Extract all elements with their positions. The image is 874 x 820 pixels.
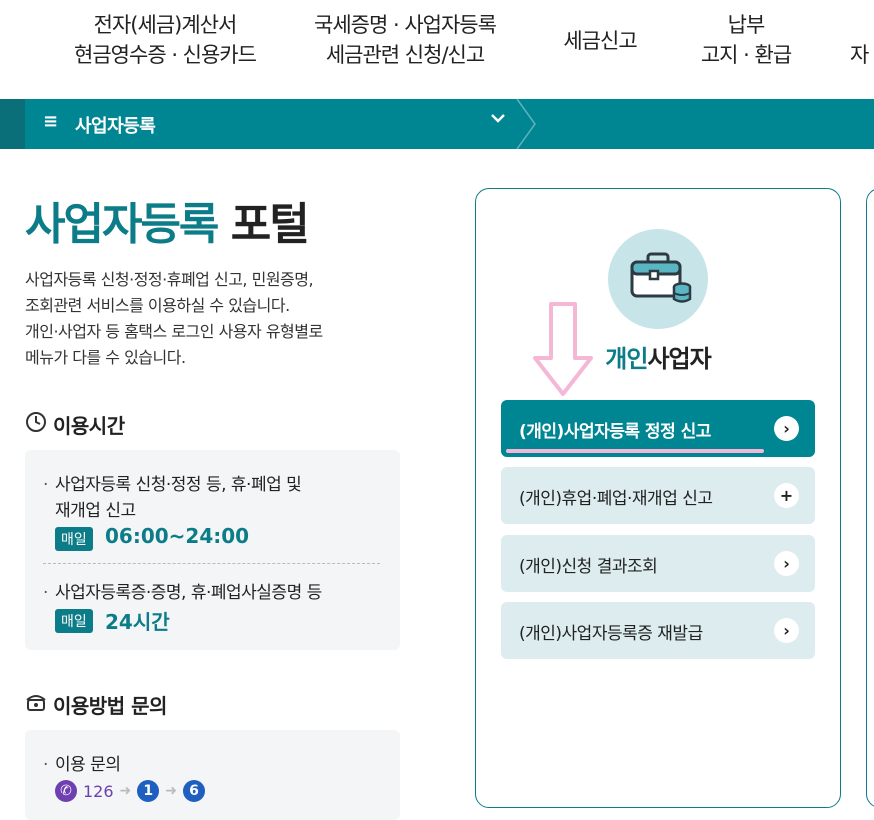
nav-item-line: 국세증명 · 사업자등록 bbox=[314, 13, 497, 37]
menu-bar-strip bbox=[0, 99, 25, 149]
usage-time-heading: 이용시간 bbox=[25, 410, 125, 439]
divider bbox=[43, 563, 380, 564]
description-line: 조회관련 서비스를 이용하실 수 있습니다. bbox=[25, 296, 290, 315]
inquiry-heading-text: 이용방법 문의 bbox=[53, 694, 167, 718]
phone-call-icon: ✆ bbox=[55, 780, 77, 802]
next-card-partial bbox=[866, 188, 874, 808]
nav-item-e-invoice[interactable]: 전자(세금)계산서 현금영수증 · 신용카드 bbox=[52, 10, 278, 70]
description-line: 사업자등록 신청·정정·휴폐업 신고, 민원증명, bbox=[25, 270, 314, 289]
annotation-arrow-icon bbox=[533, 302, 593, 396]
step-number: 1 bbox=[137, 780, 160, 802]
daily-badge: 매일 bbox=[55, 609, 93, 633]
briefcase-icon bbox=[630, 252, 692, 303]
usage-time-box: · 사업자등록 신청·정정 등, 휴·폐업 및 재개업 신고 매일 06:00~2… bbox=[25, 450, 400, 650]
inquiry-heading: 이용방법 문의 bbox=[25, 690, 167, 719]
daily-badge: 매일 bbox=[55, 527, 93, 551]
phone-icon bbox=[25, 691, 47, 718]
card-title-accent: 개인 bbox=[605, 345, 648, 373]
nav-item-payment[interactable]: 납부 고지 · 환급 bbox=[690, 10, 802, 70]
menu-item-label: (개인)사업자등록증 재발급 bbox=[519, 624, 703, 644]
clock-icon bbox=[25, 411, 47, 438]
menu-item-closure-report[interactable]: (개인)휴업·폐업·재개업 신고 + bbox=[501, 467, 815, 524]
bullet-icon: · bbox=[43, 583, 48, 603]
usage-time-heading-text: 이용시간 bbox=[53, 414, 125, 438]
usage-time-value: 24시간 bbox=[105, 610, 170, 634]
nav-item-line: 세금관련 신청/신고 bbox=[325, 43, 485, 67]
menu-item-label: (개인)휴업·폐업·재개업 신고 bbox=[519, 489, 713, 509]
individual-business-card: 개인사업자 (개인)사업자등록 정정 신고 › (개인)휴업·폐업·재개업 신고… bbox=[475, 188, 841, 808]
usage-item-2-text: 사업자등록증·증명, 휴·폐업사실증명 등 bbox=[55, 583, 322, 603]
nav-item-certificates[interactable]: 국세증명 · 사업자등록 세금관련 신청/신고 bbox=[300, 10, 510, 70]
top-navigation: 전자(세금)계산서 현금영수증 · 신용카드 국세증명 · 사업자등록 세금관련… bbox=[0, 0, 874, 99]
bullet-icon: · bbox=[43, 755, 48, 775]
phone-steps: ✆ 126 ➜ 1 ➜ 6 bbox=[55, 780, 206, 802]
nav-item-line: 자 bbox=[850, 43, 869, 67]
menu-dropdown-button[interactable]: ≡ 사업자등록 bbox=[25, 99, 535, 149]
inquiry-box: · 이용 문의 ✆ 126 ➜ 1 ➜ 6 bbox=[25, 730, 400, 820]
chevron-down-icon bbox=[490, 110, 506, 131]
arrow-right-icon: ➜ bbox=[165, 783, 178, 799]
chevron-right-icon[interactable]: › bbox=[774, 416, 799, 441]
card-title-rest: 사업자 bbox=[647, 345, 711, 373]
bullet-icon: · bbox=[43, 475, 48, 495]
page-title-rest: 포털 bbox=[230, 199, 310, 250]
page-title: 사업자등록 포털 bbox=[25, 188, 310, 252]
annotation-underline bbox=[506, 449, 764, 453]
nav-item-truncated[interactable]: 자 bbox=[850, 40, 874, 70]
step-number: 6 bbox=[183, 780, 206, 802]
menu-bar: ≡ 사업자등록 bbox=[0, 99, 874, 149]
plus-icon[interactable]: + bbox=[774, 483, 799, 508]
nav-item-line: 현금영수증 · 신용카드 bbox=[74, 43, 257, 67]
nav-item-line: 전자(세금)계산서 bbox=[93, 13, 238, 37]
usage-item-1-cont: 재개업 신고 bbox=[55, 501, 136, 521]
menu-label: 사업자등록 bbox=[75, 116, 156, 137]
chevron-right-icon[interactable]: › bbox=[774, 618, 799, 643]
nav-item-line: 납부 bbox=[727, 13, 766, 37]
menu-item-registration-correction[interactable]: (개인)사업자등록 정정 신고 › bbox=[501, 400, 815, 457]
nav-item-line: 세금신고 bbox=[563, 29, 637, 53]
nav-item-tax-report[interactable]: 세금신고 bbox=[548, 26, 652, 56]
description-line: 개인·사업자 등 홈택스 로그인 사용자 유형별로 bbox=[25, 322, 323, 341]
menu-item-label: (개인)신청 결과조회 bbox=[519, 557, 658, 577]
page-description: 사업자등록 신청·정정·휴폐업 신고, 민원증명, 조회관련 서비스를 이용하실… bbox=[25, 267, 405, 371]
breadcrumb-separator-icon bbox=[516, 99, 536, 149]
nav-item-line: 고지 · 환급 bbox=[700, 43, 792, 67]
page-title-accent: 사업자등록 bbox=[25, 199, 219, 250]
menu-item-certificate-reissue[interactable]: (개인)사업자등록증 재발급 › bbox=[501, 602, 815, 659]
usage-item-1-text: 사업자등록 신청·정정 등, 휴·폐업 및 bbox=[55, 475, 302, 495]
phone-number: 126 bbox=[83, 781, 114, 801]
usage-item-2: · 사업자등록증·증명, 휴·폐업사실증명 등 bbox=[43, 578, 322, 603]
usage-time-value: 06:00~24:00 bbox=[105, 524, 250, 548]
menu-item-result-lookup[interactable]: (개인)신청 결과조회 › bbox=[501, 535, 815, 592]
hamburger-icon: ≡ bbox=[43, 111, 59, 132]
chevron-right-icon[interactable]: › bbox=[774, 551, 799, 576]
inquiry-item: · 이용 문의 bbox=[43, 750, 121, 775]
usage-item-1: · 사업자등록 신청·정정 등, 휴·폐업 및 bbox=[43, 470, 302, 495]
arrow-right-icon: ➜ bbox=[119, 783, 132, 799]
inquiry-item-text: 이용 문의 bbox=[55, 755, 121, 775]
menu-item-label: (개인)사업자등록 정정 신고 bbox=[519, 422, 711, 442]
briefcase-avatar bbox=[608, 229, 708, 329]
description-line: 메뉴가 다를 수 있습니다. bbox=[25, 348, 186, 367]
